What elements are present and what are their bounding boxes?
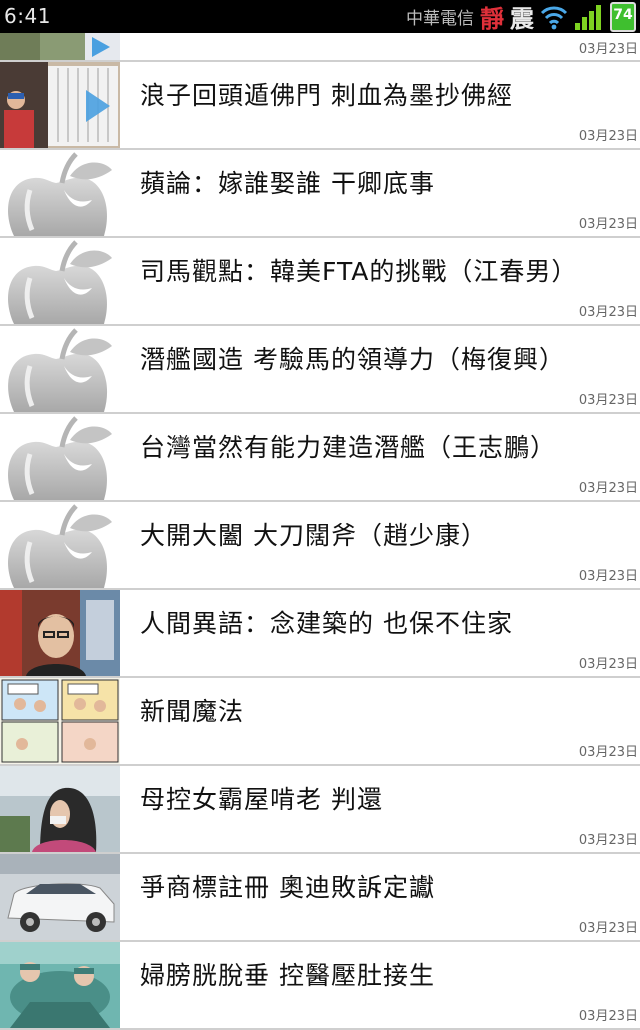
article-thumbnail bbox=[0, 854, 120, 940]
article-date: 03月23日 bbox=[578, 833, 638, 848]
article-thumbnail bbox=[0, 678, 120, 764]
article-row[interactable]: 浪子回頭遁佛門 刺血為墨抄佛經 03月23日 bbox=[0, 62, 640, 150]
article-date: 03月23日 bbox=[578, 569, 638, 584]
article-thumbnail bbox=[0, 33, 120, 60]
article-row[interactable]: 新聞魔法 03月23日 bbox=[0, 678, 640, 766]
article-date: 03月23日 bbox=[578, 42, 638, 57]
article-thumbnail bbox=[0, 766, 120, 852]
article-row[interactable]: 婦膀胱脫垂 控醫壓肚接生 03月23日 bbox=[0, 942, 640, 1030]
article-date: 03月23日 bbox=[578, 657, 638, 672]
article-title: 台灣當然有能力建造潛艦（王志鵬） bbox=[140, 433, 557, 462]
article-row[interactable]: 大開大闔 大刀闊斧（趙少康） 03月23日 bbox=[0, 502, 640, 590]
article-title: 司馬觀點：韓美FTA的挑戰（江春男） bbox=[140, 257, 578, 286]
article-title: 大開大闔 大刀闊斧（趙少康） bbox=[140, 521, 487, 550]
article-title: 人間異語：念建築的 也保不住家 bbox=[140, 609, 513, 638]
clock: 6:41 bbox=[4, 4, 51, 28]
article-title: 爭商標註冊 奧迪敗訴定讞 bbox=[140, 873, 435, 902]
article-row[interactable]: 蘋論：嫁誰娶誰 干卿底事 03月23日 bbox=[0, 150, 640, 238]
apple-logo-icon bbox=[0, 326, 120, 412]
article-title: 婦膀胱脫垂 控醫壓肚接生 bbox=[140, 961, 435, 990]
article-date: 03月23日 bbox=[578, 393, 638, 408]
signal-icon bbox=[574, 3, 604, 31]
article-title: 新聞魔法 bbox=[140, 697, 245, 726]
article-thumbnail bbox=[0, 62, 120, 148]
article-title: 浪子回頭遁佛門 刺血為墨抄佛經 bbox=[140, 81, 513, 110]
article-date: 03月23日 bbox=[578, 217, 638, 232]
article-row[interactable]: 台灣當然有能力建造潛艦（王志鵬） 03月23日 bbox=[0, 414, 640, 502]
article-title: 母控女霸屋啃老 判還 bbox=[140, 785, 383, 814]
vibrate-mode-icon: 震 bbox=[510, 5, 534, 33]
battery-level: 74 bbox=[613, 6, 633, 23]
article-thumbnail bbox=[0, 942, 120, 1028]
article-date: 03月23日 bbox=[578, 1009, 638, 1024]
article-date: 03月23日 bbox=[578, 305, 638, 320]
article-date: 03月23日 bbox=[578, 481, 638, 496]
article-row[interactable]: 司馬觀點：韓美FTA的挑戰（江春男） 03月23日 bbox=[0, 238, 640, 326]
silent-mode-icon: 靜 bbox=[480, 5, 504, 33]
battery-icon: 74 bbox=[610, 1, 636, 32]
article-title: 潛艦國造 考驗馬的領導力（梅復興） bbox=[140, 345, 565, 374]
article-thumbnail bbox=[0, 590, 120, 676]
apple-logo-icon bbox=[0, 414, 120, 500]
article-list: 03月23日 浪子回頭遁佛門 刺血為墨抄佛經 03月23日 蘋論：嫁誰娶誰 干卿底事 0… bbox=[0, 33, 640, 1030]
article-date: 03月23日 bbox=[578, 921, 638, 936]
article-title: 蘋論：嫁誰娶誰 干卿底事 bbox=[140, 169, 435, 198]
article-row[interactable]: 潛艦國造 考驗馬的領導力（梅復興） 03月23日 bbox=[0, 326, 640, 414]
apple-logo-icon bbox=[0, 238, 120, 324]
status-bar: 6:41 中華電信 靜 震 74 bbox=[0, 0, 640, 33]
article-date: 03月23日 bbox=[578, 745, 638, 760]
apple-logo-icon bbox=[0, 502, 120, 588]
carrier-label: 中華電信 bbox=[406, 9, 474, 29]
article-row[interactable]: 人間異語：念建築的 也保不住家 03月23日 bbox=[0, 590, 640, 678]
wifi-icon bbox=[540, 4, 568, 30]
article-row[interactable]: 爭商標註冊 奧迪敗訴定讞 03月23日 bbox=[0, 854, 640, 942]
article-date: 03月23日 bbox=[578, 129, 638, 144]
status-icons: 中華電信 靜 震 74 bbox=[406, 0, 636, 33]
article-row[interactable]: 母控女霸屋啃老 判還 03月23日 bbox=[0, 766, 640, 854]
apple-logo-icon bbox=[0, 150, 120, 236]
article-row[interactable]: 03月23日 bbox=[0, 33, 640, 62]
